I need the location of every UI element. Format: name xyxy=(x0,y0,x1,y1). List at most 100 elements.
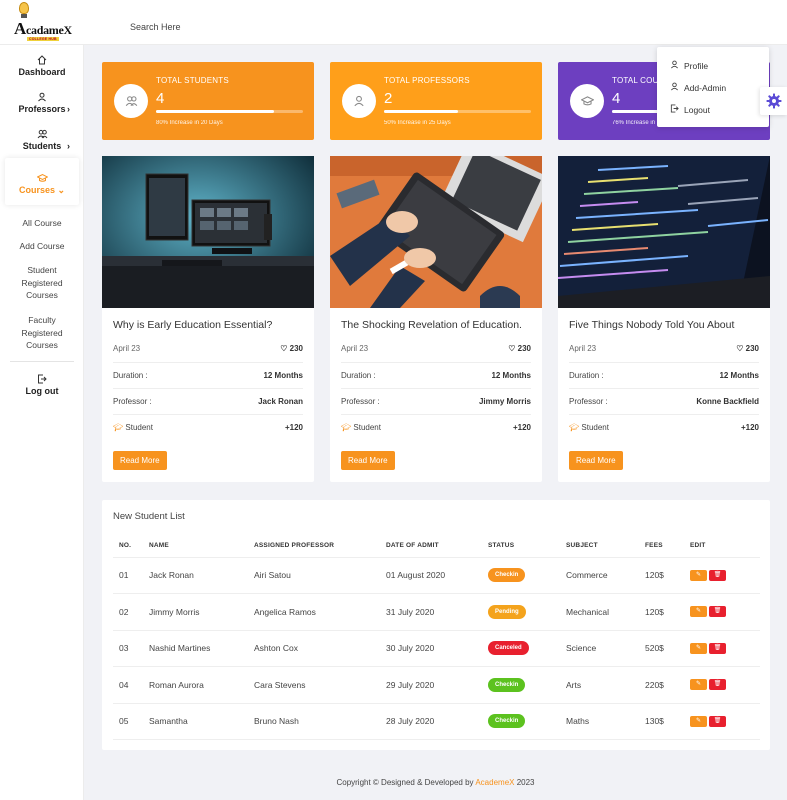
stat-value: 2 xyxy=(384,90,393,107)
column-header: STATUS xyxy=(488,535,566,558)
heart-icon: ♡ xyxy=(280,344,288,353)
status-badge: Checkin xyxy=(488,568,526,583)
users-icon xyxy=(114,84,148,118)
user-icon xyxy=(670,82,684,93)
sidebar-subitem-faculty-registered[interactable]: Faculty Registered Courses xyxy=(0,314,84,352)
user-icon xyxy=(670,60,684,71)
edit-icon[interactable]: ✎ xyxy=(690,715,707,727)
profile-dropdown: Profile Add-Admin Logout xyxy=(657,47,769,127)
fees: 220$ xyxy=(645,666,690,704)
read-more-button[interactable]: Read More xyxy=(113,451,167,470)
brand-tagline: COLLEGE HUB xyxy=(27,37,59,41)
read-more-button[interactable]: Read More xyxy=(341,451,395,470)
edit-icon[interactable]: ✎ xyxy=(690,569,707,581)
likes-count[interactable]: ♡ 230 xyxy=(280,344,303,353)
course-students-row: 🎓︎ Student +120 xyxy=(341,414,531,440)
dropdown-item-logout[interactable]: Logout xyxy=(670,104,710,115)
stat-value: 4 xyxy=(612,90,621,107)
users-icon xyxy=(0,129,84,141)
status-badge: Canceled xyxy=(488,641,529,656)
course-professor-row: Professor : Konne Backfield xyxy=(569,388,759,414)
panel-title: New Student List xyxy=(113,511,185,522)
student-name: Jimmy Morris xyxy=(149,593,254,631)
sidebar-item-students[interactable]: Students › xyxy=(0,129,84,151)
edit-icon[interactable]: ✎ xyxy=(690,606,707,618)
stat-value: 4 xyxy=(156,90,165,107)
chevron-right-icon: › xyxy=(67,104,70,114)
course-date: April 23 xyxy=(341,344,369,353)
sidebar-item-logout[interactable]: Log out xyxy=(0,374,84,396)
course-date: April 23 xyxy=(113,344,141,353)
date-of-admit: 28 July 2020 xyxy=(386,703,488,740)
table-header-row: NO. NAME ASSIGNED PROFESSOR DATE OF ADMI… xyxy=(113,535,760,558)
course-card: Why is Early Education Essential? April … xyxy=(102,156,314,482)
assigned-professor: Bruno Nash xyxy=(254,703,386,740)
lightbulb-icon xyxy=(19,2,29,14)
fees: 120$ xyxy=(645,593,690,631)
fees: 130$ xyxy=(645,703,690,740)
date-of-admit: 01 August 2020 xyxy=(386,557,488,594)
heart-icon: ♡ xyxy=(508,344,516,353)
settings-button[interactable] xyxy=(760,87,787,115)
brand-logo[interactable]: AcadameX COLLEGE HUB xyxy=(14,2,74,42)
sidebar: Dashboard Professors › Students › Course… xyxy=(0,45,84,800)
course-title[interactable]: Five Things Nobody Told You About xyxy=(569,319,734,331)
date-of-admit: 31 July 2020 xyxy=(386,593,488,631)
row-number: 04 xyxy=(113,666,149,704)
course-students-row: 🎓︎ Student +120 xyxy=(569,414,759,440)
column-header: EDIT xyxy=(690,535,760,558)
table-row: 04 Roman Aurora Cara Stevens 29 July 2020 Ch… xyxy=(113,666,760,704)
gear-icon xyxy=(766,93,782,109)
sidebar-subitem-student-registered[interactable]: Student Registered Courses xyxy=(0,264,84,302)
subject: Mechanical xyxy=(566,593,645,631)
progress-bar xyxy=(156,110,303,113)
graduation-cap-icon xyxy=(0,173,84,185)
sidebar-item-professors[interactable]: Professors › xyxy=(0,92,84,114)
sidebar-item-courses[interactable]: Courses ⌄ xyxy=(0,173,84,196)
dropdown-item-profile[interactable]: Profile xyxy=(670,60,708,71)
row-number: 01 xyxy=(113,557,149,594)
course-students-row: 🎓︎ Student +120 xyxy=(113,414,303,440)
course-title[interactable]: Why is Early Education Essential? xyxy=(113,319,272,331)
edit-icon[interactable]: ✎ xyxy=(690,679,707,691)
assigned-professor: Ashton Cox xyxy=(254,630,386,667)
course-duration-row: Duration :12 Months xyxy=(113,362,303,388)
delete-icon[interactable]: 🗑︎ xyxy=(709,606,726,618)
stat-card-total-professors: TOTAL PROFESSORS 2 50% Increase in 25 Da… xyxy=(330,62,542,140)
assigned-professor: Cara Stevens xyxy=(254,666,386,704)
sidebar-subitem-add-course[interactable]: Add Course xyxy=(0,240,84,253)
chevron-down-icon: ⌄ xyxy=(57,185,66,195)
brand-name: AcadameX xyxy=(14,19,72,38)
user-icon xyxy=(0,92,84,104)
graduation-cap-icon: 🎓︎ xyxy=(113,423,124,432)
search-input[interactable] xyxy=(130,20,330,34)
delete-icon[interactable]: 🗑︎ xyxy=(709,679,726,691)
home-icon xyxy=(0,55,84,67)
heart-icon: ♡ xyxy=(736,344,744,353)
course-card: The Shocking Revelation of Education. Ap… xyxy=(330,156,542,482)
sidebar-subitem-all-course[interactable]: All Course xyxy=(0,217,84,230)
course-title[interactable]: The Shocking Revelation of Education. xyxy=(341,319,522,331)
delete-icon[interactable]: 🗑︎ xyxy=(709,642,726,654)
delete-icon[interactable]: 🗑︎ xyxy=(709,715,726,727)
table-row: 05 Samantha Bruno Nash 28 July 2020 Checkin M… xyxy=(113,703,760,740)
likes-count[interactable]: ♡ 230 xyxy=(736,344,759,353)
likes-count[interactable]: ♡ 230 xyxy=(508,344,531,353)
dropdown-item-add-admin[interactable]: Add-Admin xyxy=(670,82,726,93)
edit-icon[interactable]: ✎ xyxy=(690,642,707,654)
read-more-button[interactable]: Read More xyxy=(569,451,623,470)
table-row: 03 Nashid Martines Ashton Cox 30 July 2020 C… xyxy=(113,630,760,667)
chevron-right-icon: › xyxy=(67,141,70,151)
column-header: DATE OF ADMIT xyxy=(386,535,488,558)
subject: Science xyxy=(566,630,645,667)
delete-icon[interactable]: 🗑︎ xyxy=(709,569,726,581)
logout-icon xyxy=(670,104,684,115)
subject: Arts xyxy=(566,666,645,704)
sidebar-item-dashboard[interactable]: Dashboard xyxy=(0,55,84,77)
stat-label: TOTAL PROFESSORS xyxy=(384,76,470,85)
course-professor-row: Professor : Jack Ronan xyxy=(113,388,303,414)
course-card: Five Things Nobody Told You About April … xyxy=(558,156,770,482)
column-header: NAME xyxy=(149,535,254,558)
footer-link[interactable]: AcademeX xyxy=(475,778,514,787)
date-of-admit: 30 July 2020 xyxy=(386,630,488,667)
